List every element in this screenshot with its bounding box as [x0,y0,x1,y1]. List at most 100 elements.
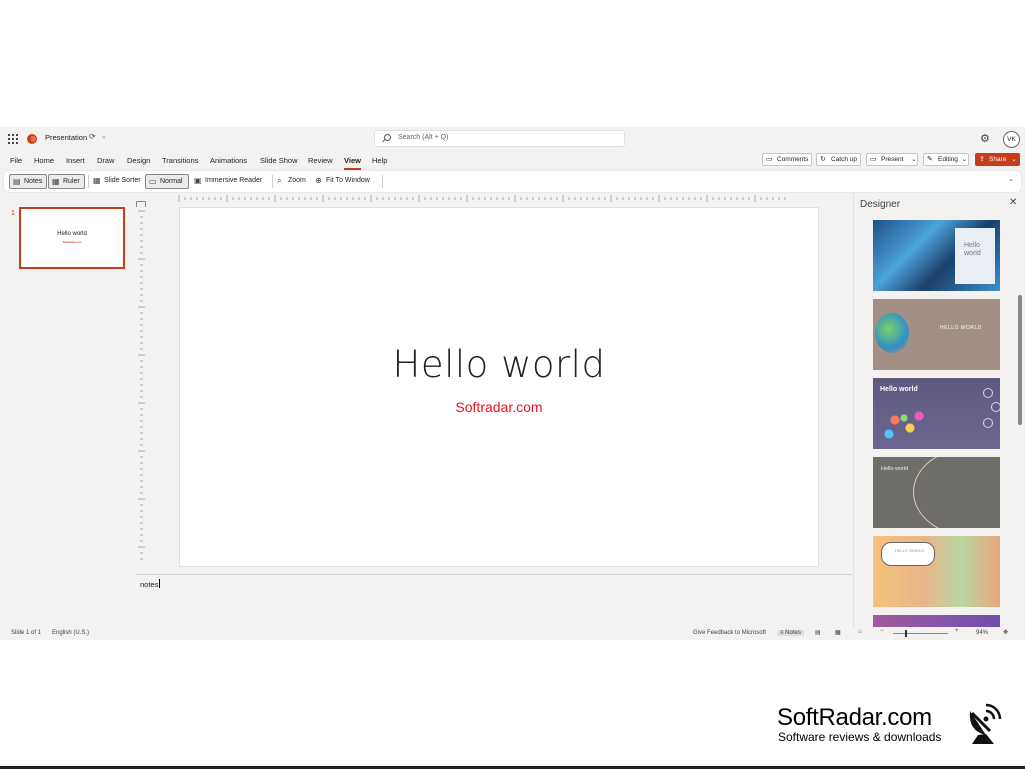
notes-text[interactable]: notes [140,579,160,589]
catch-up-button[interactable]: ↻ Catch up [816,153,861,166]
notes-pane[interactable]: notes [136,574,852,627]
tab-file[interactable]: File [10,156,22,165]
editing-label: Editing [938,156,958,163]
slide-sorter-status-icon[interactable]: ▦ [835,629,841,636]
ruler-toggle-label: Ruler [63,178,80,185]
normal-view-button[interactable]: ▭ Normal [145,174,189,189]
slide-title[interactable]: Hello world [180,343,818,386]
watermark-tagline: Software reviews & downloads [778,730,942,744]
gear-icon[interactable]: ⚙ [980,132,990,145]
tab-animations[interactable]: Animations [210,156,247,165]
design-idea-title: Hello world [880,386,918,393]
ring-shape [983,388,993,398]
fit-slide-icon[interactable]: ✥ [1003,629,1008,636]
zoom-in-icon[interactable]: + [955,628,959,634]
close-icon[interactable]: ✕ [1009,197,1017,208]
normal-view-status-icon[interactable]: ▤ [815,629,821,636]
notes-status-label: Notes [785,630,801,636]
design-idea[interactable]: Hello world [873,378,1000,449]
tab-help[interactable]: Help [372,156,387,165]
present-button[interactable]: ▭ Present ⌄ [866,153,918,166]
document-title[interactable]: Presentation [45,133,87,142]
zoom-icon: ⌕ [277,176,282,185]
thumbnail-title: Hello world [57,231,87,237]
feedback-link[interactable]: Give Feedback to Microsoft [693,630,766,636]
zoom-button[interactable]: ⌕ Zoom [274,174,310,189]
tab-view[interactable]: View [344,156,361,170]
zoom-slider[interactable] [893,633,948,634]
design-idea-title: HELLO WORLD [940,325,982,331]
chevron-down-icon: ⌄ [1011,156,1017,163]
ribbon-expand-chevron-icon[interactable]: ⌄ [1008,175,1014,183]
normal-view-label: Normal [160,178,183,185]
app-launcher-icon[interactable] [8,134,18,144]
fit-to-window-label: Fit To Window [326,177,370,184]
powerpoint-logo-icon [27,134,37,144]
notes-toggle-label: Notes [24,178,43,185]
satellite-dish-icon [969,703,1002,744]
slide-sorter-label: Slide Sorter [104,177,141,184]
tab-design[interactable]: Design [127,156,150,165]
title-bar: Presentation ⟳ ⌄ Search (Alt + Q) ⚙ VK [0,127,1025,151]
arc-shape [913,457,1000,528]
zoom-label: Zoom [288,177,306,184]
tab-home[interactable]: Home [34,156,54,165]
present-label: Present [881,156,904,163]
search-input[interactable]: Search (Alt + Q) [374,130,625,147]
slide-thumbnail[interactable]: Hello world Softradar.com [19,207,125,269]
notes-status-button[interactable]: ≡ Notes [777,630,804,636]
design-idea-title: Hello world [964,242,981,257]
design-idea[interactable]: Hello world [873,457,1000,528]
avatar[interactable]: VK [1003,131,1020,148]
tab-insert[interactable]: Insert [66,156,85,165]
menu-bar: File Home Insert Draw Design Transitions… [0,151,1025,170]
normal-view-icon: ▭ [149,177,157,186]
slide-canvas[interactable]: Hello world Softradar.com [179,207,819,567]
chevron-down-icon: ⌄ [961,156,968,163]
slide-sorter-button[interactable]: ▦ Slide Sorter [90,174,146,189]
comments-button[interactable]: ▭ Comments [762,153,812,166]
design-idea[interactable]: HELLO WORLD [873,536,1000,607]
zoom-slider-thumb[interactable] [905,630,907,637]
design-idea[interactable] [873,615,1000,627]
bokeh-image [877,404,937,444]
thumbnail-subtitle: Softradar.com [62,240,82,244]
share-label: Share [989,156,1007,163]
zoom-level[interactable]: 94% [976,630,988,636]
tab-slide-show[interactable]: Slide Show [260,156,298,165]
zoom-out-icon[interactable]: − [880,628,884,634]
design-idea[interactable]: HELLO WORLD [873,299,1000,370]
globe-image [875,313,909,353]
pencil-icon: ✎ [927,156,933,163]
design-idea[interactable]: Hello world [873,220,1000,291]
comment-icon: ▭ [766,156,773,163]
reading-view-status-icon[interactable]: ⌂ [858,629,862,635]
tab-review[interactable]: Review [308,156,333,165]
immersive-reader-icon: ▣ [194,176,202,185]
ribbon-divider [272,175,273,188]
fit-to-window-button[interactable]: ⊕ Fit To Window [312,174,380,189]
editing-mode-button[interactable]: ✎ Editing ⌄ [923,153,969,166]
chevron-down-icon[interactable]: ⌄ [101,132,107,140]
view-ribbon: ▤ Notes ▦ Ruler ▦ Slide Sorter ▭ Normal … [4,171,1021,192]
immersive-reader-button[interactable]: ▣ Immersive Reader [191,174,269,189]
immersive-reader-label: Immersive Reader [205,177,263,184]
share-button[interactable]: ⇪ Share ⌄ [975,153,1020,166]
ring-shape [991,402,1000,412]
ruler-toggle-button[interactable]: ▦ Ruler [48,174,85,189]
ring-shape [983,418,993,428]
ribbon-divider [382,175,383,188]
tab-draw[interactable]: Draw [97,156,115,165]
horizontal-ruler [149,193,819,204]
status-bar: Slide 1 of 1 English (U.S.) Give Feedbac… [0,627,1025,640]
slide-subtitle[interactable]: Softradar.com [180,399,818,415]
language-indicator[interactable]: English (U.S.) [52,630,89,636]
notes-toggle-button[interactable]: ▤ Notes [9,174,47,189]
slide-thumbnail-number: 1 [11,210,15,217]
slide-sorter-icon: ▦ [93,176,101,185]
tab-transitions[interactable]: Transitions [162,156,198,165]
designer-scrollbar[interactable] [1018,295,1022,425]
speech-bubble-shape [881,542,935,566]
search-placeholder: Search (Alt + Q) [398,134,449,141]
ribbon-divider [88,175,89,188]
